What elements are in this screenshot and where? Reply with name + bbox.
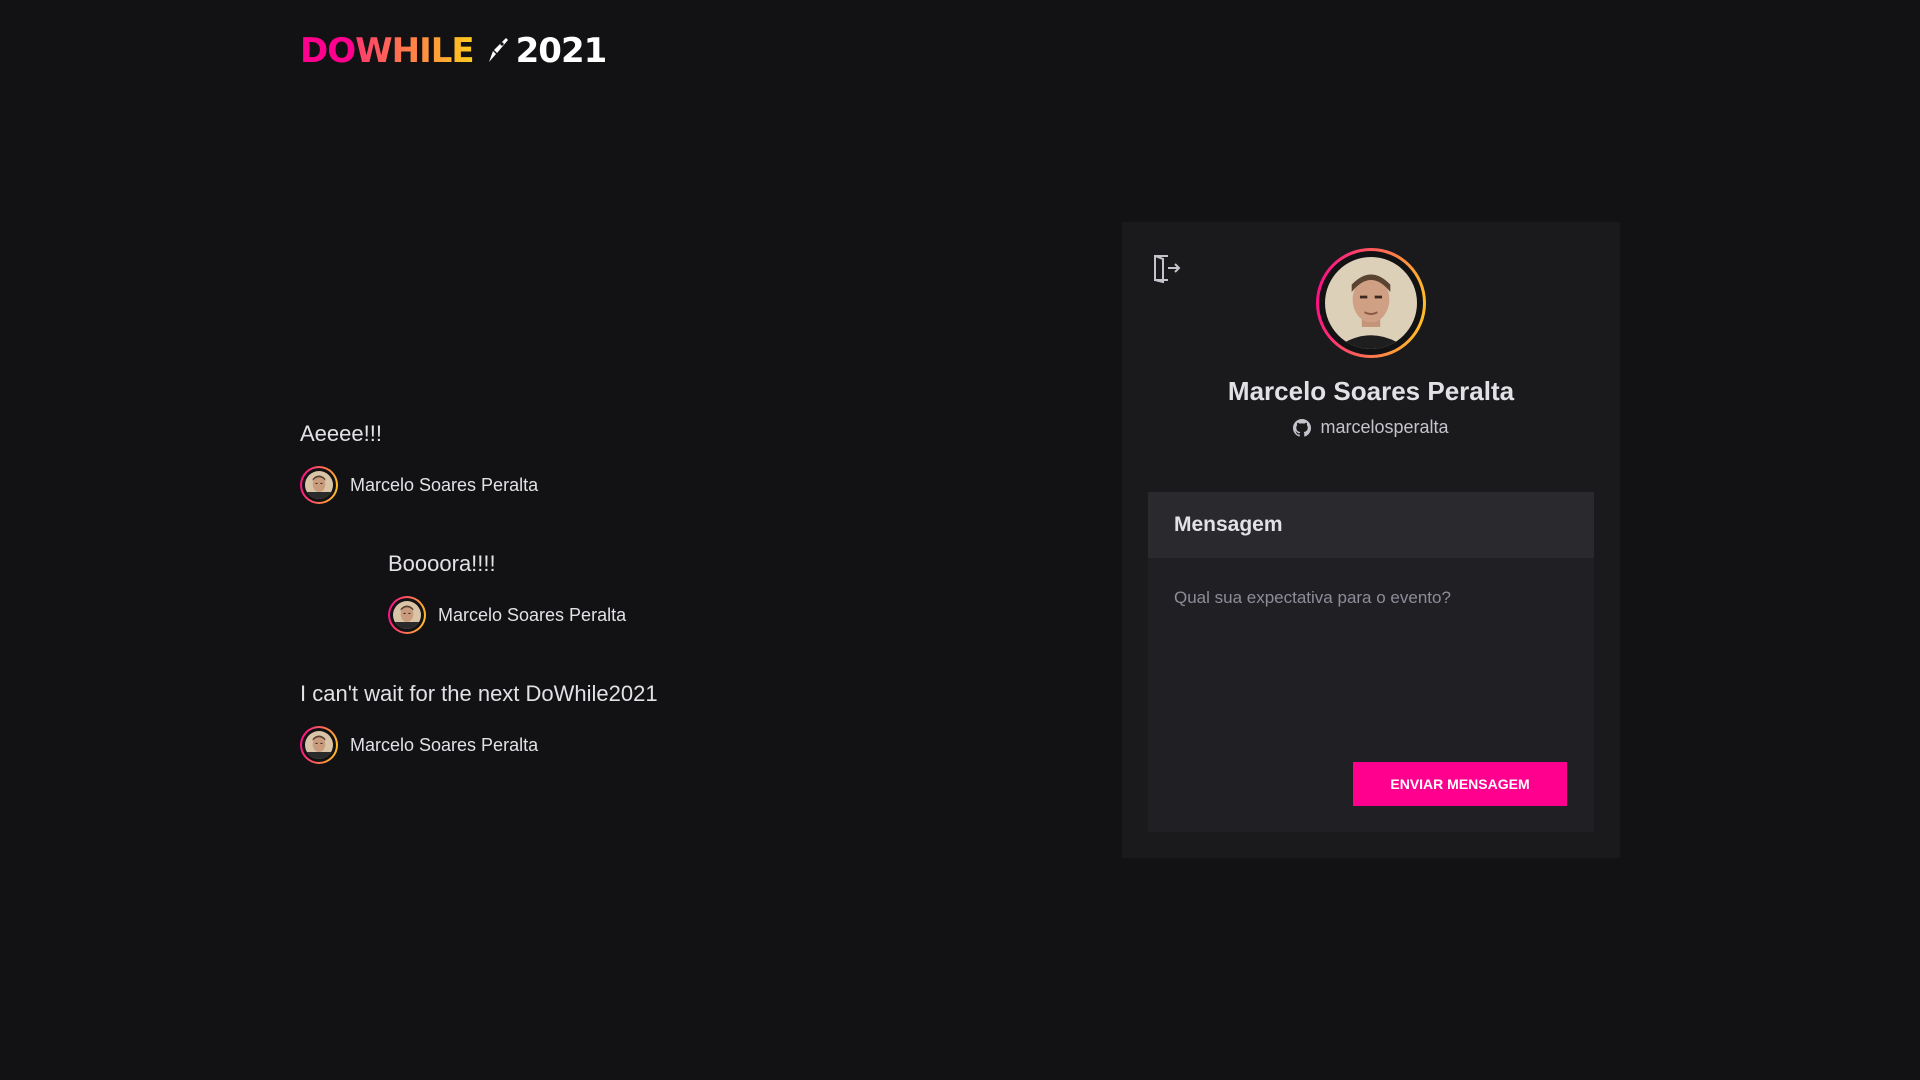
logo-while-text: WHILE (355, 31, 474, 71)
message-user: Marcelo Soares Peralta (300, 726, 1000, 764)
dowhile-logo: DO WHILE 2021 (300, 31, 608, 71)
message-form: Mensagem ENVIAR MENSAGEM (1148, 492, 1594, 832)
app-page: DO WHILE 2021 Aeeee!!! Marcelo Soares Pe… (0, 0, 1920, 1080)
message-label: Mensagem (1148, 492, 1594, 558)
profile-name: Marcelo Soares Peralta (1227, 376, 1515, 406)
user-profile: Marcelo Soares Peralta marcelosperalta (1122, 248, 1620, 442)
send-message-panel: Marcelo Soares Peralta marcelosperalta M… (1122, 222, 1620, 858)
avatar (1316, 248, 1426, 358)
message-item: I can't wait for the next DoWhile2021 Ma… (300, 678, 1000, 764)
message-item: Boooora!!!! Marcelo Soares Peralta (388, 548, 1000, 634)
message-user: Marcelo Soares Peralta (388, 596, 1000, 634)
user-avatar-icon (305, 731, 333, 759)
message-textarea[interactable] (1148, 558, 1594, 748)
user-name: Marcelo Soares Peralta (438, 604, 627, 625)
rocket-icon (488, 38, 508, 62)
logo-year-text: 2021 (515, 31, 608, 71)
logo-do-text: DO (300, 31, 356, 71)
github-username[interactable]: marcelosperalta (1293, 417, 1449, 438)
user-name: Marcelo Soares Peralta (350, 734, 539, 755)
message-content: I can't wait for the next DoWhile2021 (300, 681, 658, 706)
avatar (300, 466, 338, 504)
user-avatar-icon (393, 601, 421, 629)
send-message-button[interactable]: ENVIAR MENSAGEM (1353, 762, 1567, 806)
github-icon (1293, 418, 1312, 437)
user-name: Marcelo Soares Peralta (350, 474, 539, 495)
github-username-text: marcelosperalta (1320, 417, 1449, 437)
user-avatar-icon (305, 471, 333, 499)
avatar (300, 726, 338, 764)
message-item: Aeeee!!! Marcelo Soares Peralta (300, 418, 1000, 504)
avatar (388, 596, 426, 634)
message-content: Boooora!!!! (388, 551, 496, 576)
user-avatar-icon (1325, 257, 1417, 349)
message-user: Marcelo Soares Peralta (300, 466, 1000, 504)
message-content: Aeeee!!! (300, 421, 382, 446)
message-list: Aeeee!!! Marcelo Soares Peralta Boooora!… (300, 418, 1000, 808)
